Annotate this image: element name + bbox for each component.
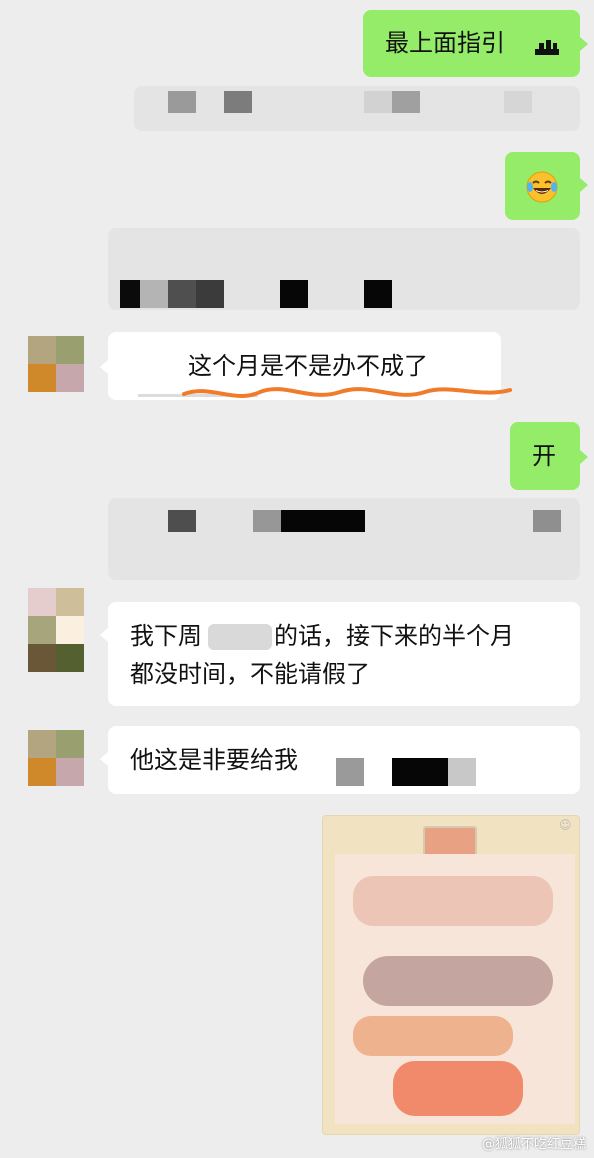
- message-text-line-1b: 的话，接下来的半个月: [274, 622, 514, 650]
- image-blob: [393, 1061, 523, 1116]
- image-blob: [363, 956, 553, 1006]
- pixelation-block: [168, 510, 196, 532]
- pixelation-block: [336, 758, 364, 786]
- message-text: 他这是非要给我: [130, 746, 298, 774]
- incoming-message-bubble[interactable]: 他这是非要给我: [108, 726, 580, 794]
- bubble-tail: [100, 628, 108, 642]
- pixelated-message-bubble: [134, 86, 580, 131]
- message-text: 最上面指引: [385, 29, 505, 57]
- message-text-line-1a: 我下周: [130, 622, 202, 650]
- pixelation-block: [392, 758, 448, 786]
- watermark: @狐狐不吃红豆糕: [481, 1137, 586, 1152]
- pixelation-block: [168, 91, 196, 113]
- ship-emoji-icon: [533, 35, 561, 57]
- outgoing-emoji-bubble[interactable]: [505, 152, 580, 220]
- bubble-tail: [580, 450, 588, 464]
- avatar[interactable]: [28, 588, 84, 672]
- pixelation-block: [253, 510, 281, 532]
- laughing-crying-emoji-icon: [526, 171, 558, 203]
- outgoing-message-bubble[interactable]: 开: [510, 422, 580, 490]
- pixelation-block: [120, 280, 140, 308]
- bubble-tail: [580, 178, 588, 192]
- pixelation-block: [392, 91, 420, 113]
- image-blob: [353, 1016, 513, 1056]
- pixelation-block: [224, 91, 252, 113]
- pixelation-block: [140, 280, 168, 308]
- pixelated-message-bubble: [108, 228, 580, 310]
- bubble-tail: [100, 752, 108, 766]
- pixelation-block: [533, 510, 561, 532]
- image-message[interactable]: ☺: [322, 815, 580, 1135]
- pixelation-block: [364, 91, 392, 113]
- bubble-tail: [580, 37, 588, 51]
- redacted-blur: [208, 624, 272, 650]
- bubble-tail: [100, 360, 108, 374]
- emoji-corner-icon: ☺: [559, 818, 572, 832]
- pixelation-block: [364, 280, 392, 308]
- avatar[interactable]: [28, 730, 84, 786]
- pixelation-block: [281, 510, 365, 532]
- pixelation-block: [504, 91, 532, 113]
- pixelation-block: [448, 758, 476, 786]
- pixelated-message-bubble: [108, 498, 580, 580]
- wavy-underline-annotation: [180, 378, 515, 408]
- incoming-message-bubble[interactable]: 我下周 的话，接下来的半个月 都没时间，不能请假了: [108, 602, 580, 706]
- message-text-line-2: 都没时间，不能请假了: [130, 660, 370, 688]
- image-blob: [353, 876, 553, 926]
- outgoing-message-bubble[interactable]: 最上面指引: [363, 10, 580, 77]
- pixelation-block: [280, 280, 308, 308]
- avatar[interactable]: [28, 336, 84, 392]
- pixelation-block: [196, 280, 224, 308]
- message-text: 开: [532, 442, 556, 470]
- pixelation-block: [168, 280, 196, 308]
